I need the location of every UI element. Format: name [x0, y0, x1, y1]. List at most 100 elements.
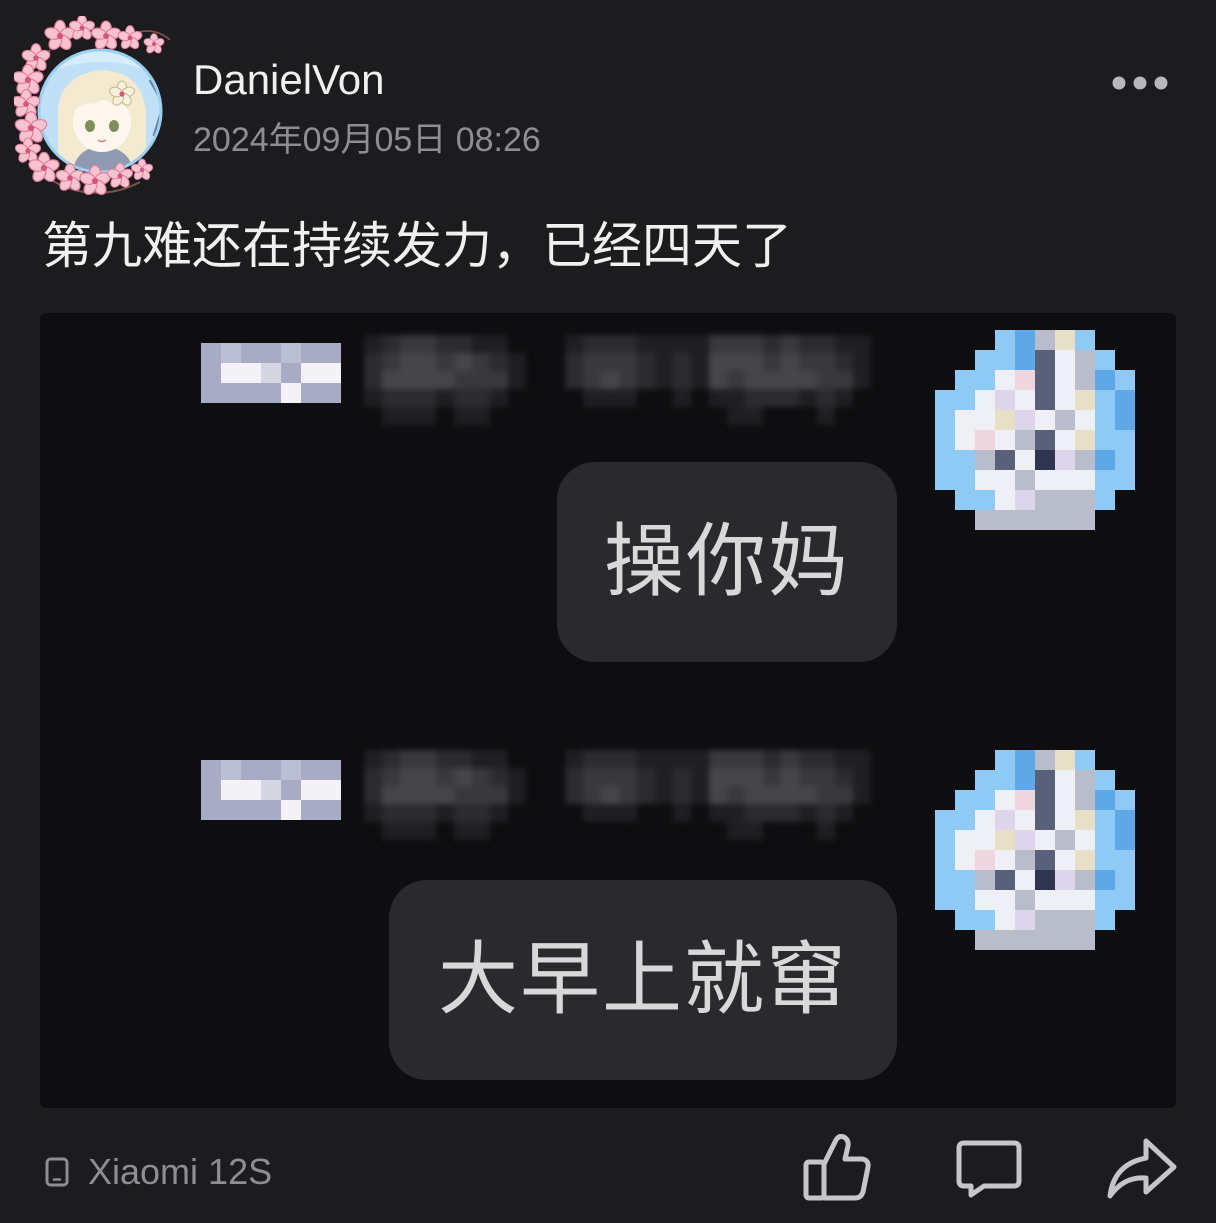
- mosaic-pixel: [1075, 770, 1095, 790]
- mosaic-pixel: [1035, 870, 1055, 890]
- mosaic-pixel: [1075, 830, 1095, 850]
- mosaic-pixel: [727, 804, 745, 822]
- mosaic-pixel: [763, 750, 781, 768]
- share-button[interactable]: [1104, 1134, 1178, 1202]
- mosaic-pixel: [1015, 930, 1035, 950]
- mosaic-pixel: [400, 389, 418, 407]
- mosaic-pixel: [472, 371, 490, 389]
- mosaic-pixel: [400, 353, 418, 371]
- mosaic-pixel: [241, 383, 261, 403]
- mosaic-pixel: [436, 371, 454, 389]
- mosaic-pixel: [781, 768, 799, 786]
- mosaic-pixel: [1035, 370, 1055, 390]
- mosaic-pixel: [975, 890, 995, 910]
- mosaic-pixel: [1095, 370, 1115, 390]
- mosaic-pixel: [799, 768, 817, 786]
- mosaic-pixel: [673, 371, 691, 389]
- mosaic-pixel: [601, 804, 619, 822]
- mosaic-pixel: [1035, 770, 1055, 790]
- mosaic-pixel: [321, 760, 341, 780]
- mosaic-pixel: [1015, 490, 1035, 510]
- mosaic-pixel: [321, 800, 341, 820]
- avatar[interactable]: [10, 14, 174, 198]
- mosaic-pixel: [1055, 830, 1075, 850]
- mosaic-pixel: [673, 804, 691, 822]
- mosaic-pixel: [995, 770, 1015, 790]
- mosaic-pixel: [436, 768, 454, 786]
- mosaic-pixel: [995, 930, 1015, 950]
- mosaic-pixel: [709, 750, 727, 768]
- mosaic-pixel: [709, 335, 727, 353]
- mosaic-pixel: [637, 786, 655, 804]
- post-image[interactable]: 操你妈 大早上就窜: [40, 313, 1176, 1108]
- mosaic-pixel: [281, 800, 301, 820]
- mosaic-pixel: [691, 750, 709, 768]
- mosaic-pixel: [490, 353, 508, 371]
- mosaic-pixel: [241, 760, 261, 780]
- mosaic-pixel: [1035, 890, 1055, 910]
- mosaic-pixel: [301, 760, 321, 780]
- mosaic-pixel: [565, 371, 583, 389]
- mosaic-pixel: [1055, 390, 1075, 410]
- mosaic-pixel: [1115, 870, 1135, 890]
- mosaic-pixel: [935, 890, 955, 910]
- mosaic-pixel: [619, 371, 637, 389]
- mosaic-pixel: [781, 750, 799, 768]
- mosaic-pixel: [781, 371, 799, 389]
- mosaic-pixel: [637, 353, 655, 371]
- mosaic-pixel: [1015, 430, 1035, 450]
- mosaic-pixel: [655, 750, 673, 768]
- mosaic-pixel: [709, 804, 727, 822]
- mosaic-pixel: [655, 786, 673, 804]
- pixelated-user-id: [565, 335, 871, 425]
- mosaic-pixel: [1115, 430, 1135, 450]
- like-button[interactable]: [802, 1132, 872, 1202]
- mosaic-pixel: [995, 890, 1015, 910]
- mosaic-pixel: [301, 780, 321, 800]
- mosaic-pixel: [955, 370, 975, 390]
- mosaic-pixel: [221, 343, 241, 363]
- mosaic-pixel: [281, 760, 301, 780]
- mosaic-pixel: [763, 371, 781, 389]
- mosaic-pixel: [583, 389, 601, 407]
- mosaic-pixel: [995, 750, 1015, 770]
- mosaic-pixel: [454, 822, 472, 840]
- more-options-button[interactable]: [1106, 70, 1174, 96]
- mosaic-pixel: [619, 335, 637, 353]
- mosaic-pixel: [261, 363, 281, 383]
- mosaic-pixel: [400, 407, 418, 425]
- mosaic-pixel: [1095, 410, 1115, 430]
- mosaic-pixel: [1055, 870, 1075, 890]
- mosaic-pixel: [1115, 810, 1135, 830]
- mosaic-pixel: [691, 371, 709, 389]
- mosaic-pixel: [975, 930, 995, 950]
- mosaic-pixel: [619, 353, 637, 371]
- mosaic-pixel: [763, 768, 781, 786]
- mosaic-pixel: [1095, 390, 1115, 410]
- mosaic-pixel: [745, 822, 763, 840]
- mosaic-pixel: [975, 450, 995, 470]
- mosaic-pixel: [261, 800, 281, 820]
- mosaic-pixel: [1115, 790, 1135, 810]
- mosaic-pixel: [472, 353, 490, 371]
- mosaic-pixel: [418, 389, 436, 407]
- mosaic-pixel: [853, 371, 871, 389]
- mosaic-pixel: [763, 804, 781, 822]
- mosaic-pixel: [364, 389, 382, 407]
- mosaic-pixel: [1115, 450, 1135, 470]
- author-name[interactable]: DanielVon: [193, 52, 384, 108]
- mosaic-pixel: [1115, 890, 1135, 910]
- mosaic-pixel: [1075, 930, 1095, 950]
- mosaic-pixel: [364, 750, 382, 768]
- mosaic-pixel: [321, 343, 341, 363]
- chat-bubble: 大早上就窜: [389, 880, 897, 1080]
- mosaic-pixel: [975, 870, 995, 890]
- mosaic-pixel: [1075, 390, 1095, 410]
- mosaic-pixel: [955, 490, 975, 510]
- pixelated-username: [364, 750, 526, 840]
- mosaic-pixel: [727, 768, 745, 786]
- mosaic-pixel: [817, 768, 835, 786]
- comment-button[interactable]: [954, 1138, 1024, 1200]
- mosaic-pixel: [364, 335, 382, 353]
- mosaic-pixel: [673, 389, 691, 407]
